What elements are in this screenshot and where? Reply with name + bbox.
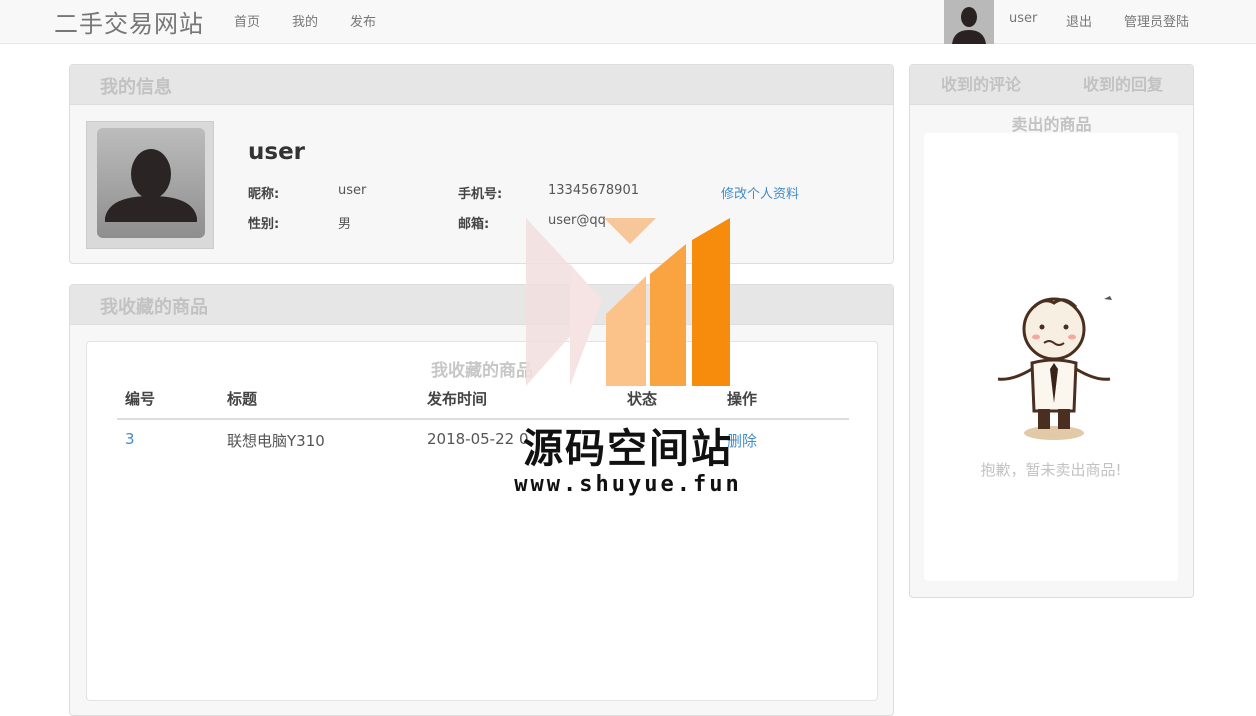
nav-home-link[interactable]: 首页 — [234, 11, 260, 30]
favorites-table-caption: 我收藏的商品 — [431, 361, 533, 381]
phone-label: 手机号: — [458, 187, 503, 202]
nav-username[interactable]: user — [1009, 11, 1037, 26]
tab-received-comments[interactable]: 收到的评论 — [941, 71, 1021, 95]
column-header-status: 状态 — [627, 390, 658, 408]
tab-received-replies[interactable]: 收到的回复 — [1083, 71, 1163, 95]
nickname-label: 昵称: — [248, 187, 280, 202]
site-brand[interactable]: 二手交易网站 — [54, 4, 204, 39]
email-label: 邮箱: — [458, 217, 490, 232]
favorites-table-box: 我收藏的商品 编号 标题 发布时间 状态 操作 3 联想电脑Y310 2018-… — [86, 341, 878, 701]
nickname-value: user — [338, 183, 367, 198]
favorites-title: 我收藏的商品 — [100, 297, 208, 318]
watermark-logo — [526, 218, 730, 386]
sold-items-box: 抱歉，暂未卖出商品! — [924, 133, 1178, 581]
row-id-link[interactable]: 3 — [125, 430, 135, 448]
profile-avatar — [86, 121, 214, 249]
edit-profile-link[interactable]: 修改个人资料 — [721, 183, 799, 202]
my-info-title: 我的信息 — [100, 77, 172, 98]
nav-publish-link[interactable]: 发布 — [350, 11, 376, 30]
nav-mine-link[interactable]: 我的 — [292, 11, 318, 30]
activity-tabs: 收到的评论 收到的回复 — [910, 65, 1193, 105]
default-avatar-icon — [944, 0, 994, 44]
favorites-heading: 我收藏的商品 — [70, 285, 893, 325]
activity-panel: 收到的评论 收到的回复 卖出的商品 抱歉，暂未卖出商品! — [909, 64, 1194, 598]
gender-label: 性别: — [248, 217, 280, 232]
phone-value: 13345678901 — [548, 183, 639, 198]
my-info-heading: 我的信息 — [70, 65, 893, 105]
favorites-panel: 我收藏的商品 我收藏的商品 编号 标题 发布时间 状态 操作 3 联想电脑Y31… — [69, 284, 894, 716]
watermark-text: 源码空间站 — [523, 426, 733, 472]
nav-admin-login-link[interactable]: 管理员登陆 — [1124, 11, 1189, 30]
default-avatar-icon — [87, 122, 213, 248]
row-title: 联想电脑Y310 — [227, 432, 325, 450]
empty-sold-message: 抱歉，暂未卖出商品! — [980, 461, 1122, 479]
column-header-id: 编号 — [125, 390, 156, 408]
nav-logout-link[interactable]: 退出 — [1066, 11, 1092, 30]
nav-avatar[interactable] — [944, 0, 994, 44]
column-header-time: 发布时间 — [427, 390, 488, 408]
sold-items-title: 卖出的商品 — [1011, 115, 1092, 134]
column-header-action: 操作 — [727, 390, 758, 408]
row-time: 2018-05-22 0 — [427, 430, 529, 448]
confused-man-illustration — [997, 296, 1112, 440]
table-header-divider — [117, 418, 849, 420]
watermark-url: www.shuyue.fun — [514, 472, 742, 497]
top-navbar: 二手交易网站 首页 我的 发布 user 退出 管理员登陆 — [0, 0, 1256, 44]
my-info-panel: 我的信息 user 昵称: user 手机号: 13345678901 修改个人… — [69, 64, 894, 264]
column-header-title: 标题 — [227, 390, 258, 408]
gender-value: 男 — [338, 217, 352, 232]
profile-username: user — [248, 139, 306, 165]
